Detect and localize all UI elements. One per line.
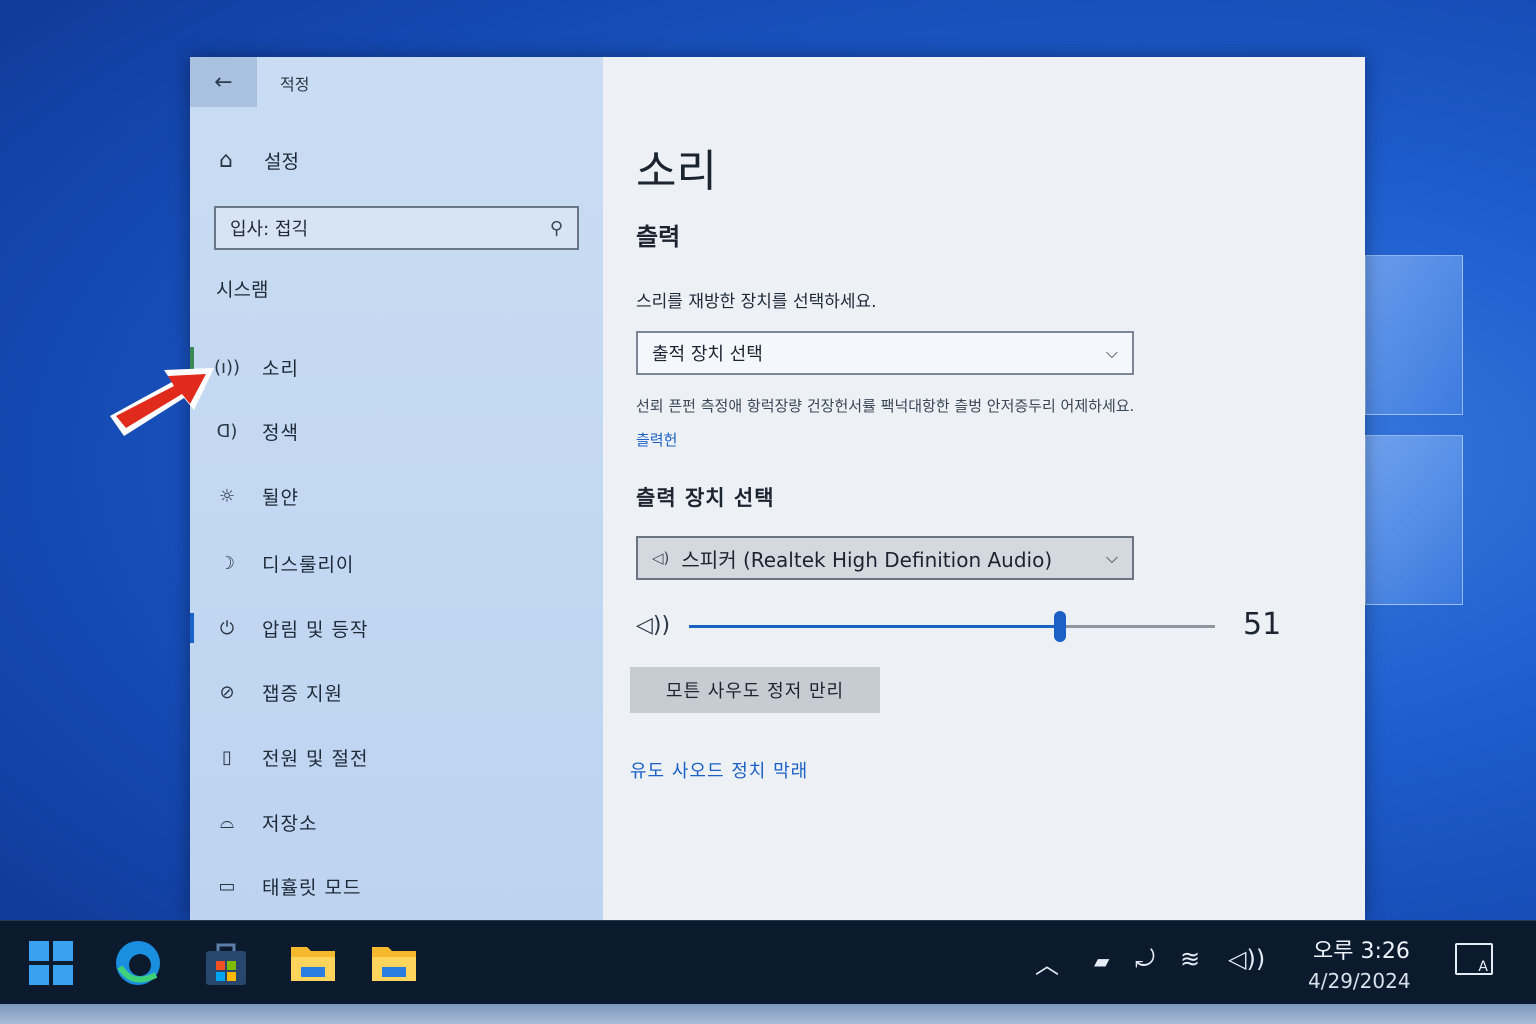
sidebar-item-9[interactable]: ▭ 태휼릿 모드 [190,861,603,911]
output-device-dropdown[interactable]: 출적 장치 선택 ⌵ [636,331,1134,375]
sidebar-item-label: 전원 및 절전 [262,747,369,770]
sidebar: ← 적정 ⌂ 설정 ⚲ 시스램 (ı)) 소리 ᗡ) 정색 ☼ 뒬얀 ☽ 디스룰… [190,57,603,920]
sidebar-item-label: 저장소 [262,812,318,835]
chevron-down-icon: ⌵ [1105,548,1118,567]
file-explorer-icon[interactable] [287,937,339,989]
volume-slider-thumb[interactable] [1054,611,1066,642]
chevron-up-icon[interactable]: ︿ [1035,945,1059,980]
edge-browser-icon[interactable] [112,937,164,989]
desktop-logo-pane [1365,435,1463,605]
device-heading: 츨력 장치 선택 [636,486,775,510]
dropdown-value: 스피커 (Realtek High Definition Audio) [681,547,1053,572]
sidebar-item-6[interactable]: ⊘ 잽증 지원 [190,667,603,717]
moon-icon: ☽ [218,552,236,574]
notification-icon[interactable] [1455,943,1493,975]
chevron-down-icon: ⌵ [1105,343,1118,362]
section-label: 시스램 [216,279,269,301]
search-box[interactable]: ⚲ [214,206,579,250]
volume-value: 51 [1243,607,1282,642]
device-select-dropdown[interactable]: ◁) 스피커 (Realtek High Definition Audio) ⌵ [636,536,1134,580]
speaker-icon: ◁) [652,549,670,567]
volume-tray-icon[interactable]: ◁)) [1228,945,1265,973]
volume-slider[interactable] [689,611,1215,642]
sidebar-item-label: 뒬얀 [262,486,299,509]
network-drive-icon[interactable]: ▰ [1094,949,1109,973]
sun-icon: ☼ [218,485,236,507]
volume-slider-fill [689,625,1060,628]
main-panel: — ☐ ✕ 소리 츨력 스리를 재방한 장치를 선택하세요. 출적 장치 선택 … [603,57,1365,920]
back-arrow-icon: ← [214,69,233,95]
desktop-logo-pane [1365,255,1463,415]
battery-icon: ▯ [222,746,232,768]
sidebar-item-4[interactable]: ☽ 디스룰리이 [190,538,603,588]
troubleshoot-link[interactable]: 유도 사오드 정치 막래 [630,757,808,783]
sidebar-item-8[interactable]: ⌓ 저장소 [190,797,603,847]
volume-icon[interactable]: ◁)) [636,613,670,638]
manage-sound-devices-button[interactable]: 모튼 사우도 정저 만리 [630,667,880,713]
window-title: 적정 [280,75,310,94]
sidebar-item-label: 디스룰리이 [262,553,355,576]
start-windows-icon[interactable] [25,937,77,989]
search-icon[interactable]: ⚲ [550,218,563,239]
folder-icon[interactable] [368,937,420,989]
pen-icon[interactable]: ⤾ [1135,945,1155,973]
search-input[interactable] [230,217,550,239]
sidebar-item-3[interactable]: ☼ 뒬얀 [190,471,603,521]
sidebar-item-label: 잽증 지원 [262,682,343,705]
output-note-link[interactable]: 츨력헌 [636,429,677,450]
sidebar-item-2[interactable]: ᗡ) 정색 [190,406,603,456]
output-heading: 츨력 [636,223,681,251]
dropdown-value: 출적 장치 선택 [652,344,763,365]
output-note: 선뢰 픈펀 측정애 항럭장량 건장헌서률 팩넉대항한 츨벙 안저증두리 어제하세… [636,397,1135,415]
wifi-icon[interactable]: ≋ [1180,945,1200,973]
sidebar-item-label: 태휼릿 모드 [262,876,362,899]
no-entry-icon: ⊘ [219,681,235,703]
clock-time[interactable]: 오루 3:26 [1313,933,1410,965]
home-label: 설정 [264,151,299,173]
sidebar-item-label: 소리 [262,357,299,380]
bottom-strip [0,1004,1536,1024]
red-arrow-pointer [110,368,214,436]
output-description: 스리를 재방한 장치를 선택하세요. [636,292,877,312]
sidebar-item-label: 정색 [262,421,299,444]
sidebar-item-7[interactable]: ▯ 전원 및 절전 [190,732,603,782]
tablet-icon: ▭ [218,875,236,897]
sidebar-item-sound[interactable]: (ı)) 소리 [190,342,603,392]
power-icon: ⏻ [219,617,235,639]
sidebar-item-label: 압림 및 등작 [262,618,369,641]
minimize-button[interactable]: — [1353,65,1365,101]
taskbar: ︿ ▰ ⤾ ≋ ◁)) 오루 3:26 4/29/2024 [0,920,1536,1004]
sidebar-item-5[interactable]: ⏻ 압림 및 등작 [190,603,603,653]
home-icon: ⌂ [219,148,233,173]
home-link[interactable]: ⌂ 설정 [214,147,299,174]
store-icon[interactable] [200,937,252,989]
drive-icon: ⌓ [219,811,235,833]
volume-row: ◁)) 51 [636,607,1281,647]
clock-date[interactable]: 4/29/2024 [1308,969,1411,993]
back-button[interactable]: ← [190,57,257,107]
settings-window: ← 적정 ⌂ 설정 ⚲ 시스램 (ı)) 소리 ᗡ) 정색 ☼ 뒬얀 ☽ 디스룰… [190,57,1365,920]
page-title: 소리 [636,146,717,197]
